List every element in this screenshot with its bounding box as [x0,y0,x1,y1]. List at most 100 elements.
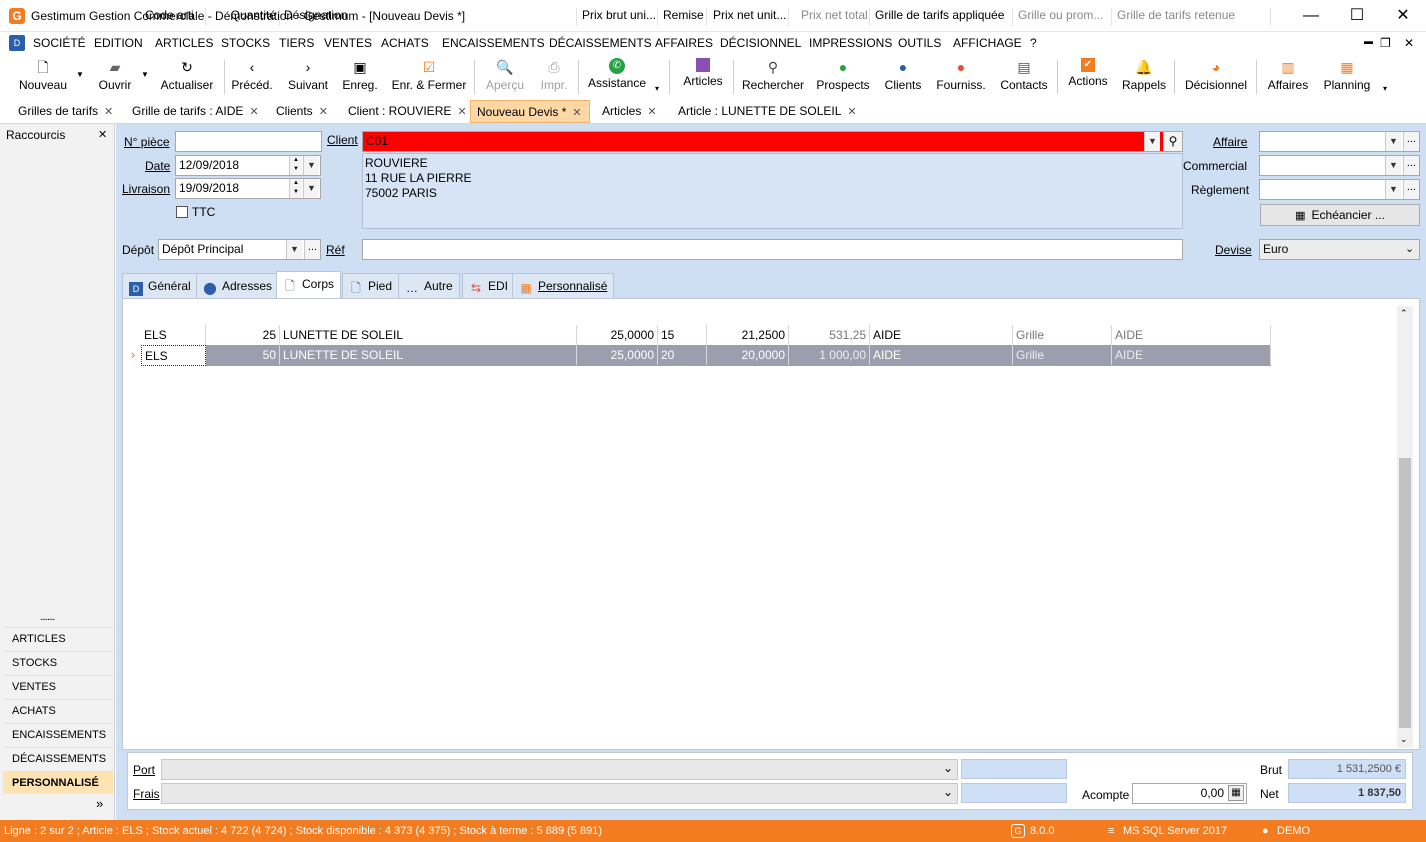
prospects-button[interactable]: ● Prospects [815,58,871,98]
mdi-restore-button[interactable]: ❐ [1380,36,1391,50]
calculator-icon[interactable]: ▦ [1228,785,1244,801]
col-header-prix-net-total[interactable]: Prix net total [789,8,870,26]
menu-edition[interactable]: EDITION [94,36,143,50]
depot-more-icon[interactable]: ... [304,240,320,259]
tab-nouveau-devis[interactable]: Nouveau Devis * ✕ [470,100,590,123]
enregistrer-button[interactable]: ▣ Enreg. [340,58,380,98]
col-header-prix-net-unit[interactable]: Prix net unit... [707,8,789,26]
cell-quantite[interactable]: 25 [206,325,280,345]
reglement-more-icon[interactable]: ... [1403,180,1419,199]
date-spinner[interactable]: ▲ ▼ [289,156,302,175]
apercu-button[interactable]: 🔍 Aperçu [482,58,528,98]
articles-button[interactable]: Articles [680,58,726,98]
close-icon[interactable]: ✕ [98,128,107,141]
mdi-close-button[interactable]: ✕ [1404,36,1414,50]
nav-encaissements[interactable]: ENCAISSEMENTS [3,723,113,746]
close-icon[interactable]: ✕ [104,106,113,118]
col-header-grille-ou-promo[interactable]: Grille ou prom... [1013,8,1112,26]
menu-tiers[interactable]: TIERS [279,36,314,50]
cell-remise[interactable]: 15 [658,325,707,345]
affaire-dropdown-icon[interactable]: ▼ [1385,132,1401,151]
nav-articles[interactable]: ARTICLES [3,627,113,650]
livraison-spinner[interactable]: ▲ ▼ [289,179,302,198]
affaire-combo[interactable]: ▼... [1259,131,1420,152]
maximize-button[interactable]: ☐ [1334,0,1380,32]
col-header-quantite[interactable]: Quantité [206,8,280,26]
menu-stocks[interactable]: STOCKS [221,36,270,50]
cell-prix-net-total[interactable]: 531,25 [789,325,870,345]
close-icon[interactable]: ✕ [457,106,466,118]
menu-achats[interactable]: ACHATS [381,36,429,50]
date-dropdown-icon[interactable]: ▼ [303,156,319,175]
nav-stocks[interactable]: STOCKS [3,651,113,674]
nav-personnalise[interactable]: PERSONNALISÉ [3,771,113,794]
cell-code[interactable]: ELS [141,325,206,345]
col-header-code[interactable]: Code arti [141,8,206,26]
col-header-grille-retenue[interactable]: Grille de tarifs retenue [1112,8,1271,26]
acompte-input[interactable]: 0,00 ▦ [1132,783,1247,804]
tab-article-lunette[interactable]: Article : LUNETTE DE SOLEIL ✕ [672,100,857,123]
cell-prix-brut[interactable]: 25,0000 [577,325,658,345]
nav-achats[interactable]: ACHATS [3,699,113,722]
cell-designation[interactable]: LUNETTE DE SOLEIL [280,345,577,365]
client-input[interactable]: C01 ▼ ⚲ [362,131,1183,152]
client-search-icon[interactable]: ⚲ [1163,132,1182,151]
tab-edi[interactable]: ⇆ EDI [462,273,516,298]
menu-affichage[interactable]: AFFICHAGE [953,36,1022,50]
npiece-input[interactable] [175,131,322,152]
nouveau-button[interactable]: 🗋 Nouveau [14,58,72,98]
rappels-button[interactable]: 🔔 Rappels [1121,58,1167,98]
cell-grille-appliquee[interactable]: AIDE [870,345,1013,365]
cell-grille-appliquee[interactable]: AIDE [870,325,1013,345]
menu-societe[interactable]: SOCIÉTÉ [33,36,86,50]
devise-select[interactable]: Euro ⌄ [1259,239,1420,260]
commercial-combo[interactable]: ▼... [1259,155,1420,176]
cell-prix-brut[interactable]: 25,0000 [577,345,658,365]
contacts-button[interactable]: ▤ Contacts [998,58,1050,98]
ouvrir-dropdown-icon[interactable]: ▼ [141,70,149,79]
scroll-down-icon[interactable]: ⌄ [1400,734,1408,745]
scroll-thumb[interactable] [1399,458,1411,728]
commercial-more-icon[interactable]: ... [1403,156,1419,175]
splitter-handle[interactable]: ........ [40,612,55,623]
port-combo[interactable]: ⌄ [161,759,958,780]
commercial-dropdown-icon[interactable]: ▼ [1385,156,1401,175]
reglement-dropdown-icon[interactable]: ▼ [1385,180,1401,199]
menu-impressions[interactable]: IMPRESSIONS [809,36,892,50]
tab-articles[interactable]: Articles ✕ [596,100,657,123]
cell-grille-retenue[interactable]: AIDE [1112,325,1271,345]
tab-pied[interactable]: 🗋 Pied [342,273,400,298]
ref-input[interactable] [362,239,1183,260]
clients-button[interactable]: ● Clients [883,58,923,98]
imprimer-button[interactable]: ⎙ Impr. [536,58,572,98]
close-button[interactable]: ✕ [1380,0,1426,32]
depot-combo[interactable]: Dépôt Principal ▼... [158,239,321,260]
close-icon[interactable]: ✕ [647,106,656,118]
nouveau-dropdown-icon[interactable]: ▼ [76,70,84,79]
menu-help[interactable]: ? [1030,36,1037,50]
tab-personnalise[interactable]: ▦ Personnalisé [512,273,615,298]
nav-decaissements[interactable]: DÉCAISSEMENTS [3,747,113,770]
col-header-remise[interactable]: Remise [658,8,707,26]
menu-outils[interactable]: OUTILS [898,36,941,50]
tab-grille-aide[interactable]: Grille de tarifs : AIDE ✕ [126,100,259,123]
close-icon[interactable]: ✕ [249,106,258,118]
close-icon[interactable]: ✕ [319,106,328,118]
cell-quantite[interactable]: 50 [206,345,280,365]
toolbar-overflow-icon[interactable]: ▾ [1383,84,1387,93]
tab-adresses[interactable]: ⬤ Adresses [196,273,280,298]
tab-autre[interactable]: … Autre [398,273,460,298]
menu-decisionnel[interactable]: DÉCISIONNEL [720,36,801,50]
cell-grille-ou-promo[interactable]: Grille [1013,325,1112,345]
minimize-button[interactable]: — [1288,0,1334,32]
menu-decaissements[interactable]: DÉCAISSEMENTS [549,36,652,50]
enregistrer-fermer-button[interactable]: ☑ Enr. & Fermer [389,58,469,98]
planning-button[interactable]: ▦ Planning [1321,58,1373,98]
tab-general[interactable]: D Général [122,273,198,298]
toolbar-more-icon[interactable]: ▾ [655,84,659,93]
close-icon[interactable]: ✕ [572,107,581,119]
menu-articles[interactable]: ARTICLES [155,36,213,50]
menu-encaissements[interactable]: ENCAISSEMENTS [442,36,545,50]
menu-ventes[interactable]: VENTES [324,36,372,50]
echeancier-button[interactable]: ▦ Echéancier ... [1260,204,1420,226]
